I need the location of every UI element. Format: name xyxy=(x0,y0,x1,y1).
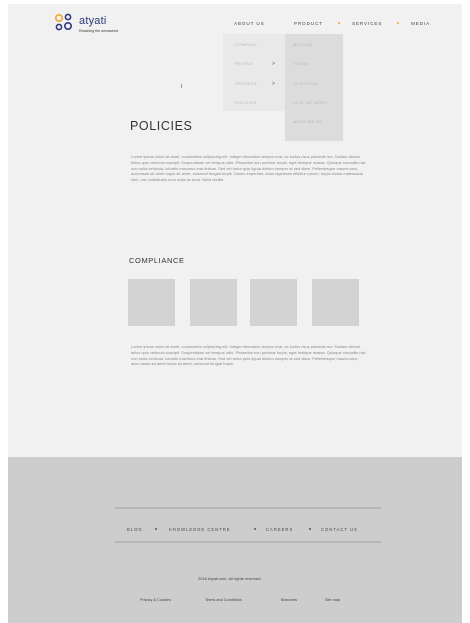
footer-divider xyxy=(115,541,381,543)
dropdown-column-sub: MISSION VISION INCEPTION HOW WE WORK WHA… xyxy=(285,34,343,141)
about-us-dropdown: COMPANY PEOPLE > PROCESS > POLICIES MISS… xyxy=(223,34,343,141)
policies-text: Lorem ipsum dolor sit amet, consectetur … xyxy=(131,154,366,183)
footer-link-terms[interactable]: Terms and Conditions xyxy=(205,598,242,602)
dropdown-item-people[interactable]: PEOPLE xyxy=(235,62,253,66)
nav-product[interactable]: PRODUCT xyxy=(294,21,323,26)
compliance-text: Lorem ipsum dolor sit amet, consectetur … xyxy=(131,344,366,367)
footer: BLOG KNOWLEDGE CENTRE CAREERS CONTACT US… xyxy=(8,457,462,623)
footer-link-contact-us[interactable]: CONTACT US xyxy=(321,527,358,532)
nav-separator-dot xyxy=(397,22,399,24)
nav-services[interactable]: SERVICES xyxy=(352,21,382,26)
policies-title: POLICIES xyxy=(130,119,193,133)
footer-link-careers[interactable]: CAREERS xyxy=(266,527,293,532)
footer-divider xyxy=(115,507,381,509)
footer-separator-dot xyxy=(309,528,311,530)
compliance-image-placeholder xyxy=(128,279,175,326)
compliance-image-placeholder xyxy=(312,279,359,326)
divider-mark xyxy=(181,84,182,88)
dropdown-item-company[interactable]: COMPANY xyxy=(235,43,257,47)
compliance-title: COMPLIANCE xyxy=(129,256,185,265)
nav-about-us[interactable]: ABOUT US xyxy=(234,21,265,26)
submenu-arrow-icon: > xyxy=(272,61,275,67)
logo[interactable]: atyati Reaching the unreached xyxy=(53,12,163,38)
submenu-arrow-icon: > xyxy=(272,81,275,87)
footer-link-branches[interactable]: Branches xyxy=(281,598,297,602)
dropdown-item-how-we-work[interactable]: HOW WE WORK xyxy=(293,101,328,105)
dropdown-item-inception[interactable]: INCEPTION xyxy=(293,82,318,86)
nav-media[interactable]: MEDIA xyxy=(411,21,430,26)
brand-tagline: Reaching the unreached xyxy=(79,29,119,33)
compliance-image-placeholder xyxy=(250,279,297,326)
brand-name: atyati xyxy=(79,15,107,27)
compliance-image-placeholder xyxy=(190,279,237,326)
footer-link-knowledge-centre[interactable]: KNOWLEDGE CENTRE xyxy=(169,527,231,532)
dropdown-item-mission[interactable]: MISSION xyxy=(293,43,313,47)
nav-separator-dot xyxy=(338,22,340,24)
dropdown-item-vision[interactable]: VISION xyxy=(293,62,309,66)
dropdown-column-main: COMPANY PEOPLE > PROCESS > POLICIES xyxy=(223,34,285,111)
copyright: 2016 Atyati.com. All rights reserved. xyxy=(198,576,262,581)
compliance-gallery xyxy=(128,279,368,327)
footer-separator-dot xyxy=(155,528,157,530)
dropdown-item-process[interactable]: PROCESS xyxy=(235,82,257,86)
footer-link-sitemap[interactable]: Site map xyxy=(325,598,340,602)
footer-link-privacy[interactable]: Privacy & Cookies xyxy=(140,598,171,602)
dropdown-item-what-we-do[interactable]: WHAT WE DO xyxy=(293,120,323,124)
footer-link-blog[interactable]: BLOG xyxy=(127,527,143,532)
dropdown-item-policies[interactable]: POLICIES xyxy=(235,101,257,105)
atyati-logo-icon xyxy=(54,13,73,31)
footer-separator-dot xyxy=(254,528,256,530)
page: atyati Reaching the unreached ABOUT US P… xyxy=(8,4,462,623)
